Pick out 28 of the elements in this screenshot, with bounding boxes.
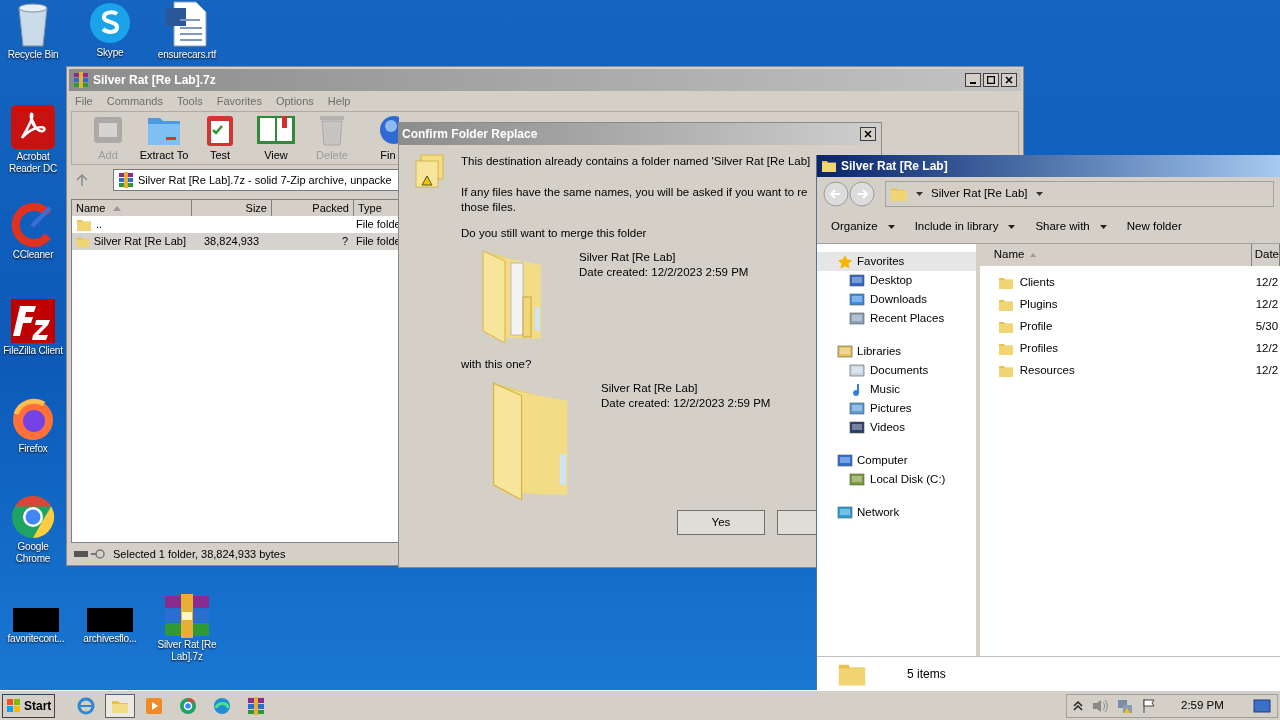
dialog-title: Confirm Folder Replace [402,126,538,143]
file-date: 12/2 [1254,275,1279,291]
folder-date: Date created: 12/2/2023 2:59 PM [579,265,749,280]
file-name: Plugins [1019,297,1058,313]
table-cell-text: .. [96,217,103,233]
folder-name: Silver Rat [Re Lab] [601,381,699,396]
file-date: 12/2 [1254,363,1279,379]
folder-date: Date created: 12/2/2023 2:59 PM [601,396,771,411]
dialog-question: Do you still want to merge this folder [461,226,648,241]
table-cell-text: Silver Rat [Re Lab] [93,234,186,250]
dialog-message: If any files have the same names, you will be asked if you want to re [461,185,809,200]
window-title: Silver Rat [Re Lab].7z [93,72,216,89]
status-text: Selected 1 folder, 38,824,933 bytes [113,546,286,562]
file-name: Profile [1019,319,1053,335]
file-date: 12/2 [1254,341,1279,357]
window-title: Silver Rat [Re Lab] [841,158,948,175]
dialog-message: those files. [461,200,517,215]
folder-name: Silver Rat [Re Lab] [579,250,677,265]
table-cell-text: ? [341,234,348,250]
table-cell-text: 38,824,933 [204,234,260,250]
file-name: Profiles [1019,341,1059,357]
file-name: Clients [1019,275,1055,291]
file-date: 12/2 [1254,297,1279,313]
dialog-message: This destination already contains a folder named 'Silver Rat [Re Lab] [461,154,812,169]
status-text: 5 items [907,665,946,683]
dialog-text: with this one? [461,357,533,372]
file-date: 5/30 [1254,319,1279,335]
file-name: Resources [1019,363,1075,379]
